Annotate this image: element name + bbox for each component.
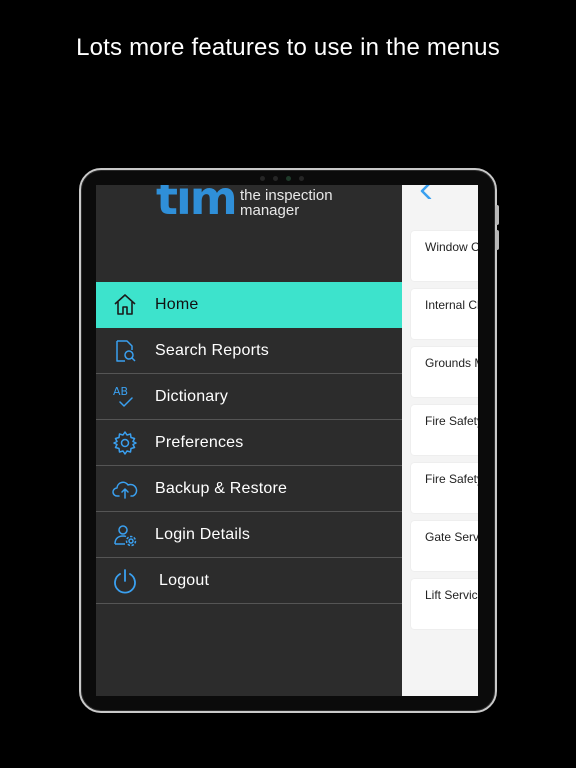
power-icon (112, 568, 138, 594)
menu-label-preferences: Preferences (155, 433, 244, 451)
menu-label-search-reports: Search Reports (155, 341, 269, 359)
menu-item-logout[interactable]: Logout (96, 558, 402, 604)
list-item-label: Window C (425, 240, 478, 254)
list-item[interactable]: Fire Safety (411, 405, 478, 455)
gear-icon (112, 430, 138, 456)
menu-item-dictionary[interactable]: AB Dictionary (96, 374, 402, 420)
home-icon (112, 292, 138, 318)
list-item-label: Fire Safety (425, 472, 478, 486)
search-report-icon (112, 338, 138, 364)
list-item[interactable]: Grounds M (411, 347, 478, 397)
dictionary-ab-check-icon: AB (112, 384, 138, 410)
volume-down-button (495, 230, 499, 250)
camera-dot (260, 176, 265, 181)
list-item[interactable]: Gate Servi (411, 521, 478, 571)
logo-mark: tim (156, 185, 238, 225)
camera-array (260, 176, 316, 182)
list-item-label: Gate Servi (425, 530, 478, 544)
list-item[interactable]: Fire Safety (411, 463, 478, 513)
svg-text:AB: AB (113, 385, 128, 398)
promo-headline: Lots more features to use in the menus (76, 34, 500, 61)
menu-item-home[interactable]: Home (96, 282, 402, 328)
report-list-panel: Window C Internal Cl Grounds M Fire Safe… (402, 185, 478, 696)
list-item[interactable]: Internal Cl (411, 289, 478, 339)
menu-label-backup-restore: Backup & Restore (155, 479, 288, 497)
list-item-label: Fire Safety (425, 414, 478, 428)
list-item[interactable]: Lift Servic (411, 579, 478, 629)
camera-dot (273, 176, 278, 181)
menu-item-backup-restore[interactable]: Backup & Restore (96, 466, 402, 512)
list-item-label: Internal Cl (425, 298, 478, 312)
volume-up-button (495, 205, 499, 225)
menu-label-logout: Logout (159, 571, 210, 589)
user-settings-icon (112, 522, 138, 548)
logo-tagline-line2: manager (240, 202, 300, 219)
app-screen: tim the inspection manager Home Search R… (96, 185, 478, 696)
cloud-upload-icon (112, 476, 138, 502)
camera-dot (299, 176, 304, 181)
chevron-left-icon[interactable] (418, 185, 434, 201)
logo-tagline: the inspection manager (240, 188, 333, 218)
menu-label-dictionary: Dictionary (155, 387, 229, 405)
camera-dot (286, 176, 291, 181)
list-item-label: Lift Servic (425, 588, 478, 602)
side-menu: tim the inspection manager Home Search R… (96, 185, 402, 696)
report-type-list: Window C Internal Cl Grounds M Fire Safe… (411, 231, 478, 637)
logo-tagline-line1: the inspection (240, 187, 333, 204)
menu-label-home: Home (155, 295, 199, 313)
menu-item-search-reports[interactable]: Search Reports (96, 328, 402, 374)
menu-label-login-details: Login Details (155, 525, 251, 543)
list-item[interactable]: Window C (411, 231, 478, 281)
menu-item-login-details[interactable]: Login Details (96, 512, 402, 558)
list-item-label: Grounds M (425, 356, 478, 370)
menu-item-preferences[interactable]: Preferences (96, 420, 402, 466)
menu-list: Home Search Reports AB Dictionary Prefer… (96, 282, 402, 604)
